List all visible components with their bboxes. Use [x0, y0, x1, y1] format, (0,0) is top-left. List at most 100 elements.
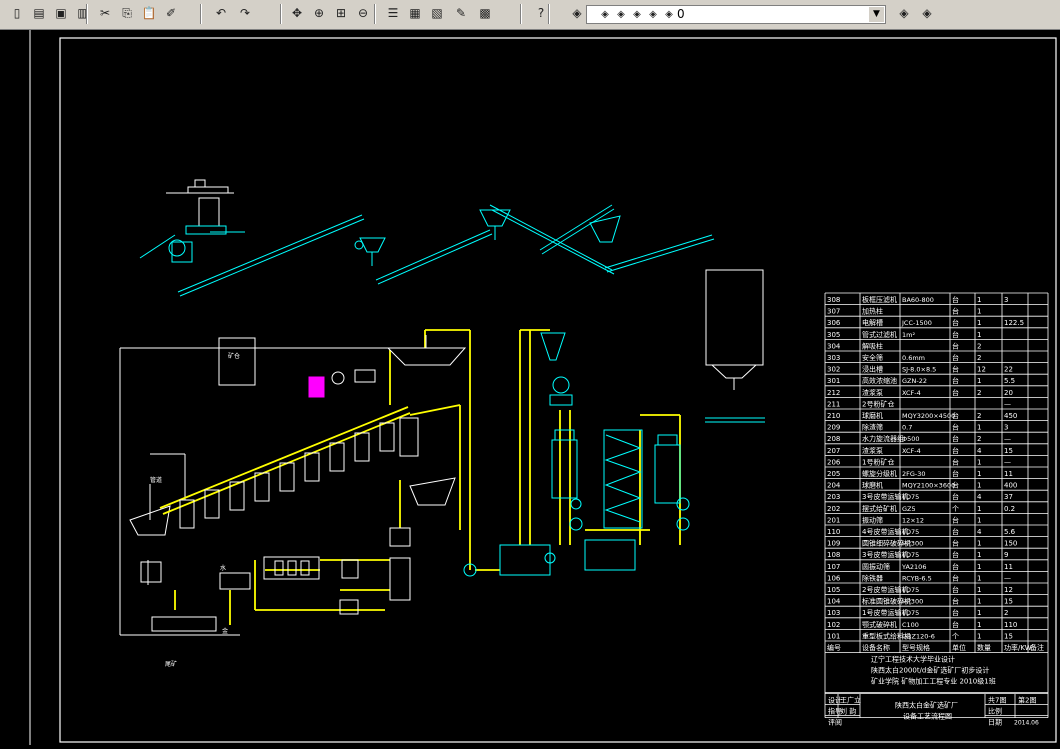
title-line-text: 辽宁工程技术大学毕业设计	[871, 655, 955, 664]
pan-icon[interactable]: ✥	[288, 4, 306, 22]
undo-icon[interactable]: ↶	[212, 4, 230, 22]
table-cell: 水力旋流器组	[862, 434, 904, 443]
open-icon[interactable]: ▤	[30, 4, 48, 22]
table-cell: 台	[952, 457, 959, 466]
copy-icon[interactable]: ⎘	[118, 4, 136, 22]
markup-icon[interactable]: ✎	[452, 4, 470, 22]
command-line	[0, 736, 200, 745]
table-header-cell: 单位	[952, 643, 966, 652]
table-cell: 颚式破碎机	[862, 620, 897, 629]
table-cell: MQY3200×4500	[902, 412, 955, 420]
table-cell: 台	[952, 295, 959, 304]
layers-icon[interactable]: ◈	[568, 4, 586, 22]
table-cell: 104	[827, 598, 841, 606]
table-cell: 台	[952, 562, 959, 571]
zoom-window-icon[interactable]: ⊞	[332, 4, 350, 22]
table-cell: 个	[952, 632, 959, 640]
table-cell: 1	[977, 632, 981, 640]
table-cell: 109	[827, 540, 840, 548]
table-cell: 台	[952, 388, 959, 397]
table-cell: TD75	[901, 586, 919, 594]
table-cell: 1号粉矿仓	[862, 457, 894, 466]
table-cell: 安全筛	[862, 353, 883, 362]
table-cell: 1	[977, 516, 981, 524]
table-cell: 台	[952, 481, 959, 490]
layer-prev-icon[interactable]: ◈	[895, 4, 913, 22]
table-cell: 202	[827, 505, 840, 513]
pipe-label: 管道	[150, 476, 162, 484]
table-cell: 1m²	[902, 331, 915, 339]
table-cell: 203	[827, 493, 840, 501]
table-cell: GZ5	[902, 505, 916, 513]
table-cell: 1	[977, 458, 981, 466]
table-cell: —	[1004, 400, 1011, 408]
table-header-cell: 编号	[827, 643, 841, 652]
drawing-canvas[interactable]: 矿仓 管道 水 金 尾矿 308 板框压滤机 BA60-800 台 1 3 307 加热柱台 1…	[0, 30, 1060, 745]
sheet-number: 第2图	[1018, 696, 1036, 705]
table-cell: 振动筛	[862, 515, 883, 524]
table-cell: 1	[977, 563, 981, 571]
title-line-text: 矿业学院 矿物加工工程专业 2010级1班	[871, 677, 996, 686]
color-icon[interactable]: ◈	[660, 6, 678, 24]
table-cell: XCF-4	[902, 389, 921, 397]
table-cell: 5.5	[1004, 377, 1015, 385]
table-cell: 1	[977, 505, 981, 513]
calculator-icon[interactable]: ▩	[476, 4, 494, 22]
paste-icon[interactable]: 📋	[140, 4, 158, 22]
table-cell: 台	[952, 423, 959, 432]
table-cell: 台	[952, 376, 959, 385]
table-cell: 9	[1004, 551, 1008, 559]
tool-palettes-icon[interactable]: ▧	[428, 4, 446, 22]
table-cell: 1	[977, 621, 981, 629]
table-cell: 台	[952, 353, 959, 362]
gold-label: 金	[222, 627, 228, 635]
table-cell: 1	[977, 377, 981, 385]
table-cell: 308	[827, 296, 840, 304]
design-center-icon[interactable]: ▦	[406, 4, 424, 22]
table-cell: 37	[1004, 493, 1013, 501]
table-cell: 4	[977, 447, 982, 455]
layer-state-icon[interactable]: ◈	[918, 4, 936, 22]
table-cell: 摆式给矿机	[862, 504, 897, 513]
table-cell: TD75	[901, 493, 919, 501]
zoom-realtime-icon[interactable]: ⊕	[310, 4, 328, 22]
table-cell: SJ-8.0×8.5	[902, 366, 936, 374]
print-icon[interactable]: ▥	[74, 4, 92, 22]
chevron-down-icon[interactable]: ▼	[869, 7, 884, 22]
drawing-name: 设备工艺流程图	[903, 712, 952, 721]
table-cell: 台	[952, 539, 959, 548]
table-cell: 0.7	[902, 424, 912, 432]
match-properties-icon[interactable]: ✐	[162, 4, 180, 22]
table-cell: 1	[977, 598, 981, 606]
table-cell: 加热柱	[862, 307, 883, 316]
table-cell: 11	[1004, 563, 1013, 571]
table-cell: 台	[952, 341, 959, 350]
table-header-cell: 数量	[977, 643, 991, 652]
mineral-bin-label: 矿仓	[228, 352, 240, 360]
zoom-previous-icon[interactable]: ⊖	[354, 4, 372, 22]
properties-icon[interactable]: ☰	[384, 4, 402, 22]
table-cell: 台	[952, 550, 959, 559]
cut-icon[interactable]: ✂	[96, 4, 114, 22]
table-cell: 1	[977, 551, 981, 559]
table-cell: 1	[977, 424, 981, 432]
table-cell: 台	[952, 434, 959, 443]
table-cell: RCYB-6.5	[902, 574, 932, 582]
new-icon[interactable]: ▯	[8, 4, 26, 22]
table-cell: 305	[827, 331, 840, 339]
table-cell: 除铁器	[862, 573, 883, 582]
table-cell: MQY2100×3600	[902, 482, 955, 490]
table-cell: 2FG-30	[902, 470, 926, 478]
review-label: 评阅	[828, 719, 842, 727]
table-cell: HP300	[902, 598, 923, 606]
table-cell: —	[1004, 435, 1011, 443]
equipment-table: 308 板框压滤机 BA60-800 台 1 3307 加热柱台 1306 电解槽 JCC-150…	[824, 292, 1049, 727]
leach-cells	[179, 335, 477, 615]
drawing-svg[interactable]: 矿仓 管道 水 金 尾矿 308 板框压滤机 BA60-800 台 1 3307 加热柱台 1…	[0, 30, 1060, 745]
save-icon[interactable]: ▣	[52, 4, 70, 22]
table-cell: 108	[827, 551, 840, 559]
table-cell: 浸出槽	[862, 365, 883, 374]
table-cell: 11	[1004, 470, 1013, 478]
table-cell: 解吸柱	[862, 341, 883, 350]
redo-icon[interactable]: ↷	[236, 4, 254, 22]
